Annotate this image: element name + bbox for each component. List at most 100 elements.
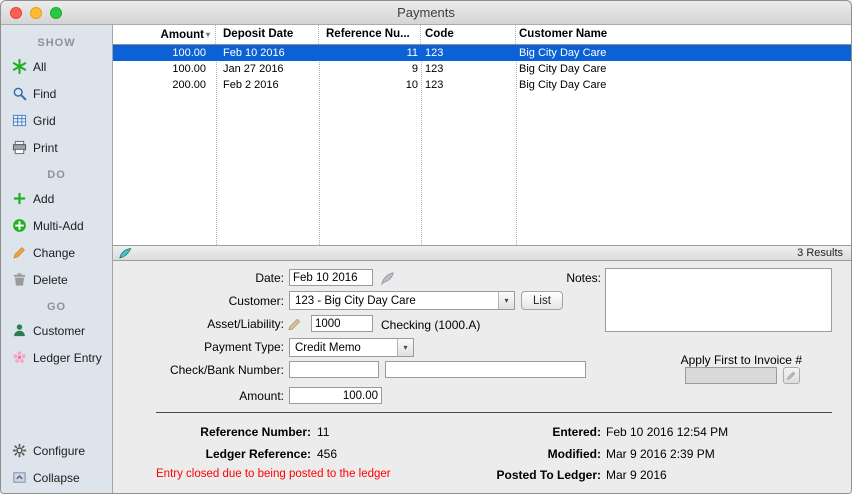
sidebar-item-print[interactable]: Print [1, 134, 112, 161]
sidebar-item-label: All [33, 60, 46, 74]
sidebar-item-delete[interactable]: Delete [1, 266, 112, 293]
quill-icon[interactable] [379, 270, 395, 286]
trash-icon [11, 272, 27, 288]
payment-detail-form: Date: Customer: 123 - Big City Day Care … [113, 261, 851, 494]
sidebar-header-show: SHOW [1, 33, 112, 53]
sidebar-item-add[interactable]: Add [1, 185, 112, 212]
window-title: Payments [397, 5, 455, 20]
amount-label: Amount: [113, 389, 284, 403]
collapse-icon [11, 470, 27, 486]
sidebar-item-grid[interactable]: Grid [1, 107, 112, 134]
sidebar-item-label: Change [33, 246, 75, 260]
asset-liability-label: Asset/Liability: [113, 317, 284, 331]
pencil-icon [11, 245, 27, 261]
column-header-code[interactable]: Code [421, 25, 516, 44]
asset-account-description: Checking (1000.A) [381, 318, 480, 332]
ledger-reference-value: 456 [317, 447, 337, 461]
entered-label: Entered: [401, 425, 601, 439]
sidebar-item-customer[interactable]: Customer [1, 317, 112, 344]
posted-to-ledger-label: Posted To Ledger: [401, 468, 601, 482]
window-controls [10, 1, 62, 24]
check-number-input[interactable] [289, 361, 379, 378]
sidebar-item-label: Multi-Add [33, 219, 84, 233]
list-button[interactable]: List [521, 291, 563, 310]
titlebar: Payments [1, 1, 851, 25]
posted-to-ledger-value: Mar 9 2016 [606, 468, 667, 482]
sort-chevron-icon: ▾ [206, 30, 210, 39]
sidebar-item-label: Print [33, 141, 58, 155]
entry-closed-message: Entry closed due to being posted to the … [156, 468, 391, 480]
circle-plus-icon [11, 218, 27, 234]
sidebar-item-label: Grid [33, 114, 56, 128]
table-row[interactable]: 100.00 Jan 27 2016 9 123 Big City Day Ca… [113, 61, 851, 77]
sidebar-item-all[interactable]: All [1, 53, 112, 80]
sidebar-item-label: Find [33, 87, 56, 101]
customer-label: Customer: [113, 294, 284, 308]
zoom-button[interactable] [50, 7, 62, 19]
column-header-customer-name[interactable]: Customer Name [516, 25, 851, 44]
search-icon [11, 86, 27, 102]
sidebar-item-multi-add[interactable]: Multi-Add [1, 212, 112, 239]
modified-value: Mar 9 2016 2:39 PM [606, 447, 715, 461]
entered-value: Feb 10 2016 12:54 PM [606, 425, 728, 439]
results-count: 3 Results [797, 247, 843, 259]
table-row[interactable]: 100.00 Feb 10 2016 11 123 Big City Day C… [113, 45, 851, 61]
table-header: Amount▾ Deposit Date Reference Nu... Cod… [113, 25, 851, 45]
apply-invoice-edit-button [783, 367, 800, 384]
minimize-button[interactable] [30, 7, 42, 19]
sidebar-item-label: Ledger Entry [33, 351, 102, 365]
payment-type-select[interactable]: Credit Memo ▾ [289, 338, 414, 357]
sidebar-item-label: Collapse [33, 471, 80, 485]
status-bar: 3 Results [113, 245, 851, 261]
reference-number-value: 11 [317, 425, 329, 439]
date-label: Date: [113, 271, 284, 285]
sidebar-header-go: GO [1, 297, 112, 317]
sidebar-item-label: Customer [33, 324, 85, 338]
sidebar-item-configure[interactable]: Configure [1, 437, 112, 464]
sidebar-item-find[interactable]: Find [1, 80, 112, 107]
reference-number-label: Reference Number: [113, 425, 311, 439]
app-logo-icon [118, 246, 132, 260]
notes-textarea[interactable] [605, 268, 832, 332]
payment-type-value: Credit Memo [290, 342, 397, 354]
column-header-amount[interactable]: Amount▾ [113, 25, 216, 44]
apply-first-invoice-label: Apply First to Invoice # [602, 353, 802, 367]
person-icon [11, 323, 27, 339]
modified-label: Modified: [401, 447, 601, 461]
payments-window: Payments SHOW All Find Grid [0, 0, 852, 494]
customer-select[interactable]: 123 - Big City Day Care ▾ [289, 291, 515, 310]
sidebar-item-change[interactable]: Change [1, 239, 112, 266]
flower-icon [11, 350, 27, 366]
apply-first-invoice-input [685, 367, 777, 384]
sidebar-item-label: Delete [33, 273, 68, 287]
sidebar-item-ledger-entry[interactable]: Ledger Entry [1, 344, 112, 371]
date-input[interactable] [289, 269, 373, 286]
column-header-reference-number[interactable]: Reference Nu... [319, 25, 421, 44]
grid-icon [11, 113, 27, 129]
gear-icon [11, 443, 27, 459]
sidebar-item-collapse[interactable]: Collapse [1, 464, 112, 491]
close-button[interactable] [10, 7, 22, 19]
printer-icon [11, 140, 27, 156]
sidebar: SHOW All Find Grid [1, 25, 113, 494]
asset-account-input[interactable] [311, 315, 373, 332]
sidebar-item-label: Add [33, 192, 54, 206]
sidebar-item-label: Configure [33, 444, 85, 458]
ledger-reference-label: Ledger Reference: [113, 447, 311, 461]
chevron-down-icon: ▾ [498, 292, 514, 309]
payments-table-body: 100.00 Feb 10 2016 11 123 Big City Day C… [113, 45, 851, 245]
asterisk-icon [11, 59, 27, 75]
notes-label: Notes: [493, 271, 601, 285]
customer-select-value: 123 - Big City Day Care [290, 295, 498, 307]
amount-input[interactable] [289, 387, 382, 404]
table-row[interactable]: 200.00 Feb 2 2016 10 123 Big City Day Ca… [113, 77, 851, 93]
payment-type-label: Payment Type: [113, 340, 284, 354]
form-divider [156, 412, 832, 413]
column-header-deposit-date[interactable]: Deposit Date [216, 25, 319, 44]
bank-number-input[interactable] [385, 361, 586, 378]
asset-lookup-icon[interactable] [287, 316, 303, 332]
check-bank-number-label: Check/Bank Number: [113, 363, 284, 377]
plus-icon [11, 191, 27, 207]
chevron-down-icon: ▾ [397, 339, 413, 356]
sidebar-header-do: DO [1, 165, 112, 185]
